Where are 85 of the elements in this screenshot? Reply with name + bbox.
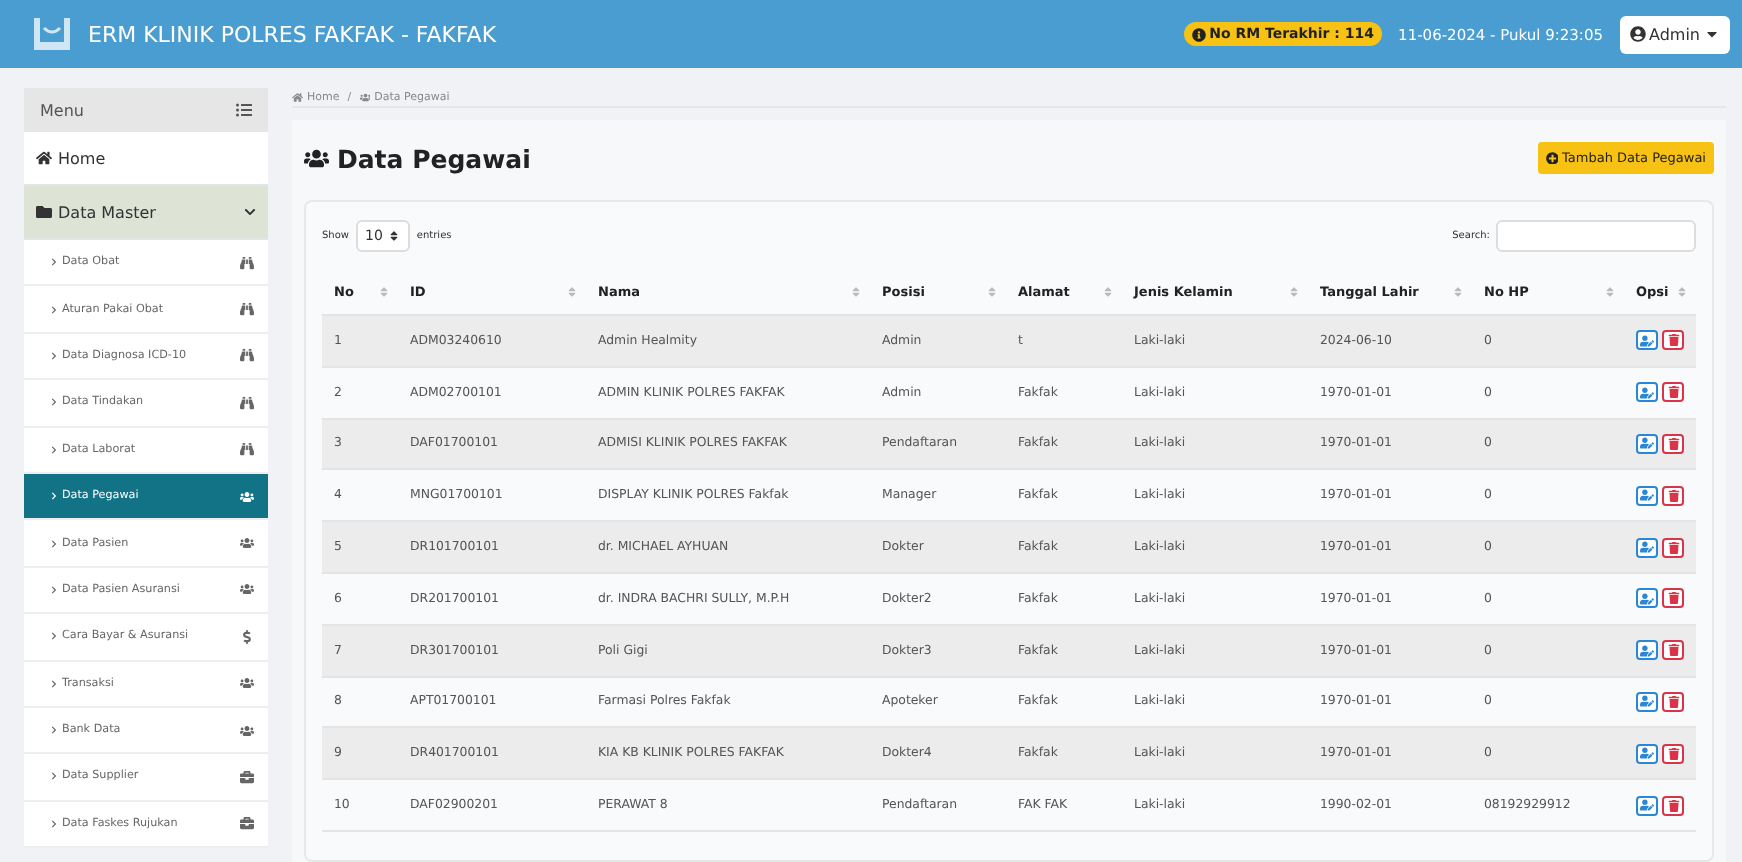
trash-icon	[1667, 489, 1679, 502]
edit-button[interactable]	[1636, 743, 1658, 764]
edit-button[interactable]	[1636, 382, 1658, 403]
delete-button[interactable]	[1662, 640, 1684, 661]
user-edit-icon	[1640, 385, 1654, 400]
data-master-menu-item[interactable]: Data Master	[24, 186, 268, 240]
users-icon	[240, 536, 254, 551]
user-edit-icon	[1640, 798, 1654, 813]
binoculars-icon	[240, 348, 254, 363]
delete-button[interactable]	[1662, 433, 1684, 454]
users-icon	[359, 91, 371, 103]
user-menu-button[interactable]: Admin	[1619, 15, 1730, 53]
trash-icon	[1667, 695, 1679, 708]
edit-button[interactable]	[1636, 485, 1658, 506]
user-icon	[1629, 26, 1645, 42]
binoculars-icon	[240, 255, 254, 270]
caret-icon	[1704, 26, 1720, 42]
users-icon	[240, 489, 254, 504]
app-title: ERM KLINIK POLRES FAKFAK - FAKFAK	[88, 21, 499, 47]
edit-button[interactable]	[1636, 640, 1658, 661]
edit-button[interactable]	[1636, 588, 1658, 609]
chevron-icon	[50, 445, 58, 454]
trash-icon	[1667, 334, 1679, 347]
delete-button[interactable]	[1662, 537, 1684, 558]
chevron-icon	[50, 679, 58, 688]
edit-button[interactable]	[1636, 330, 1658, 351]
trash-icon	[1667, 541, 1679, 554]
delete-button[interactable]	[1662, 382, 1684, 403]
home-icon	[36, 150, 52, 166]
chevron-icon	[50, 772, 58, 781]
chevron-icon	[50, 492, 58, 501]
delete-button[interactable]	[1662, 743, 1684, 764]
sort-icon	[388, 230, 401, 242]
binoculars-icon	[240, 442, 254, 457]
chevron-icon	[50, 539, 58, 548]
chevron-icon	[50, 305, 58, 314]
trash-icon	[1667, 747, 1679, 760]
users-icon	[240, 723, 254, 738]
search-field[interactable]	[1496, 220, 1696, 252]
list-icon[interactable]	[236, 102, 252, 118]
chevron-icon	[50, 351, 58, 360]
logo-icon	[32, 16, 72, 52]
delete-button[interactable]	[1662, 795, 1684, 816]
user-edit-icon	[1640, 746, 1654, 761]
chevron-icon	[50, 726, 58, 735]
user-edit-icon	[1640, 694, 1654, 709]
dollar-icon	[240, 629, 254, 644]
delete-button[interactable]	[1662, 330, 1684, 351]
plus-icon	[1545, 151, 1558, 165]
trash-icon	[1667, 592, 1679, 605]
page-title: Data Pegawai	[337, 143, 531, 173]
trash-icon	[1667, 644, 1679, 657]
users-icon	[240, 676, 254, 691]
user-edit-icon	[1640, 333, 1654, 348]
user-edit-icon	[1640, 643, 1654, 658]
menu-heading: Menu	[40, 101, 84, 119]
user-edit-icon	[1640, 488, 1654, 503]
chevron-icon	[50, 819, 58, 828]
chevron-icon	[50, 585, 58, 594]
chevron-icon	[244, 206, 256, 218]
user-edit-icon	[1640, 436, 1654, 451]
chevron-icon	[50, 632, 58, 641]
trash-icon	[1667, 437, 1679, 450]
info-icon	[1191, 27, 1206, 41]
binoculars-icon	[240, 395, 254, 410]
briefcase-icon	[240, 816, 254, 831]
edit-button[interactable]	[1636, 433, 1658, 454]
briefcase-icon	[240, 769, 254, 784]
edit-button[interactable]	[1636, 691, 1658, 712]
folder-icon	[36, 204, 52, 220]
user-edit-icon	[1640, 540, 1654, 555]
trash-icon	[1667, 386, 1679, 399]
delete-button[interactable]	[1662, 691, 1684, 712]
users-icon	[240, 582, 254, 597]
home-icon	[292, 91, 303, 103]
edit-button[interactable]	[1636, 537, 1658, 558]
trash-icon	[1667, 799, 1679, 812]
chevron-icon	[50, 258, 58, 267]
delete-button[interactable]	[1662, 588, 1684, 609]
edit-button[interactable]	[1636, 795, 1658, 816]
users-icon	[304, 145, 329, 171]
user-edit-icon	[1640, 591, 1654, 606]
delete-button[interactable]	[1662, 485, 1684, 506]
binoculars-icon	[240, 302, 254, 317]
chevron-icon	[50, 398, 58, 407]
